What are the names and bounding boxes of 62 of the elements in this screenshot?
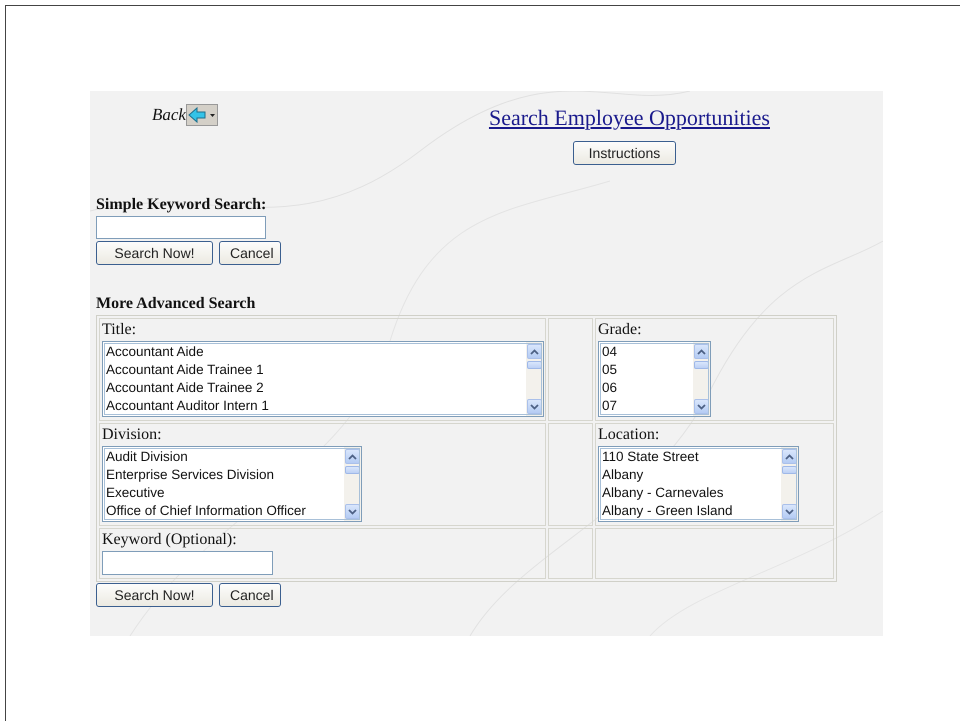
arrow-left-icon bbox=[186, 105, 207, 125]
scrollbar[interactable] bbox=[526, 342, 543, 416]
list-option[interactable]: 110 State Street bbox=[602, 448, 778, 466]
keyword-field[interactable] bbox=[102, 551, 273, 575]
list-option[interactable]: Accountant Aide Trainee 1 bbox=[106, 361, 523, 379]
scroll-up-button[interactable] bbox=[527, 344, 542, 359]
chevron-down-icon bbox=[348, 508, 357, 514]
chevron-down-icon bbox=[785, 508, 794, 514]
scroll-thumb[interactable] bbox=[345, 466, 360, 474]
chevron-up-icon bbox=[785, 454, 794, 460]
chevron-down-icon bbox=[530, 404, 539, 410]
section-label: Simple Keyword Search: bbox=[96, 196, 268, 214]
list-box[interactable]: Accountant Aide Accountant Aide Trainee 1 Accountant Aide Trainee 2 Accountant Auditor Intern 1 bbox=[102, 341, 544, 417]
field-label: Title: bbox=[102, 321, 138, 339]
scroll-down-button[interactable] bbox=[527, 399, 542, 414]
scroll-thumb[interactable] bbox=[694, 361, 709, 369]
back-button[interactable]: Back bbox=[152, 104, 218, 126]
field-label: Grade: bbox=[598, 321, 643, 339]
field-label: Location: bbox=[598, 426, 660, 444]
list-option[interactable]: 07 bbox=[602, 397, 690, 415]
section-heading: More Advanced Search bbox=[96, 295, 256, 313]
page-title-link[interactable]: Search Employee Opportunities bbox=[488, 105, 770, 131]
list-box[interactable]: 04 05 06 07 bbox=[598, 341, 711, 417]
list-option[interactable]: Accountant Auditor Intern 1 bbox=[106, 397, 523, 415]
list-option[interactable]: Office of Chief Information Officer bbox=[106, 502, 341, 520]
cancel-button[interactable]: Cancel bbox=[219, 241, 281, 265]
list-box[interactable]: 110 State Street Albany Albany - Carnevales Albany - Green Island bbox=[598, 446, 799, 522]
list-option[interactable]: Audit Division bbox=[106, 448, 341, 466]
list-option[interactable]: Albany - Green Island bbox=[602, 502, 778, 520]
cancel-button[interactable]: Cancel bbox=[219, 583, 281, 607]
keyword-field[interactable] bbox=[96, 216, 266, 239]
search-button[interactable]: Search Now! bbox=[96, 583, 213, 607]
scroll-thumb[interactable] bbox=[782, 466, 797, 474]
search-button[interactable]: Search Now! bbox=[96, 241, 213, 265]
scrollbar[interactable] bbox=[344, 447, 361, 521]
scroll-down-button[interactable] bbox=[782, 504, 797, 519]
list-option[interactable]: 06 bbox=[602, 379, 690, 397]
list-option[interactable]: Albany bbox=[602, 466, 778, 484]
list-option[interactable]: Accountant Aide bbox=[106, 343, 523, 361]
list-box[interactable]: Audit Division Enterprise Services Division Executive Office of Chief Information Officer bbox=[102, 446, 362, 522]
scroll-down-button[interactable] bbox=[345, 504, 360, 519]
chevron-up-icon bbox=[697, 348, 706, 354]
scroll-thumb[interactable] bbox=[527, 361, 542, 369]
chevron-up-icon bbox=[530, 348, 539, 354]
list-option[interactable]: 04 bbox=[602, 343, 690, 361]
chevron-down-icon bbox=[697, 404, 706, 410]
list-option[interactable]: Enterprise Services Division bbox=[106, 466, 341, 484]
scroll-up-button[interactable] bbox=[345, 449, 360, 464]
scroll-up-button[interactable] bbox=[694, 344, 709, 359]
scroll-up-button[interactable] bbox=[782, 449, 797, 464]
scrollbar[interactable] bbox=[693, 342, 710, 416]
list-option[interactable]: Albany - Carnevales bbox=[602, 484, 778, 502]
scrollbar[interactable] bbox=[781, 447, 798, 521]
caret-icon bbox=[210, 114, 215, 117]
scroll-down-button[interactable] bbox=[694, 399, 709, 414]
list-option[interactable]: 05 bbox=[602, 361, 690, 379]
field-label: Keyword (Optional): bbox=[102, 531, 238, 549]
chevron-up-icon bbox=[348, 454, 357, 460]
list-option[interactable]: Executive bbox=[106, 484, 341, 502]
list-option[interactable]: Accountant Aide Trainee 2 bbox=[106, 379, 523, 397]
instructions-button[interactable]: Instructions bbox=[572, 141, 676, 165]
field-label: Division: bbox=[102, 426, 163, 444]
